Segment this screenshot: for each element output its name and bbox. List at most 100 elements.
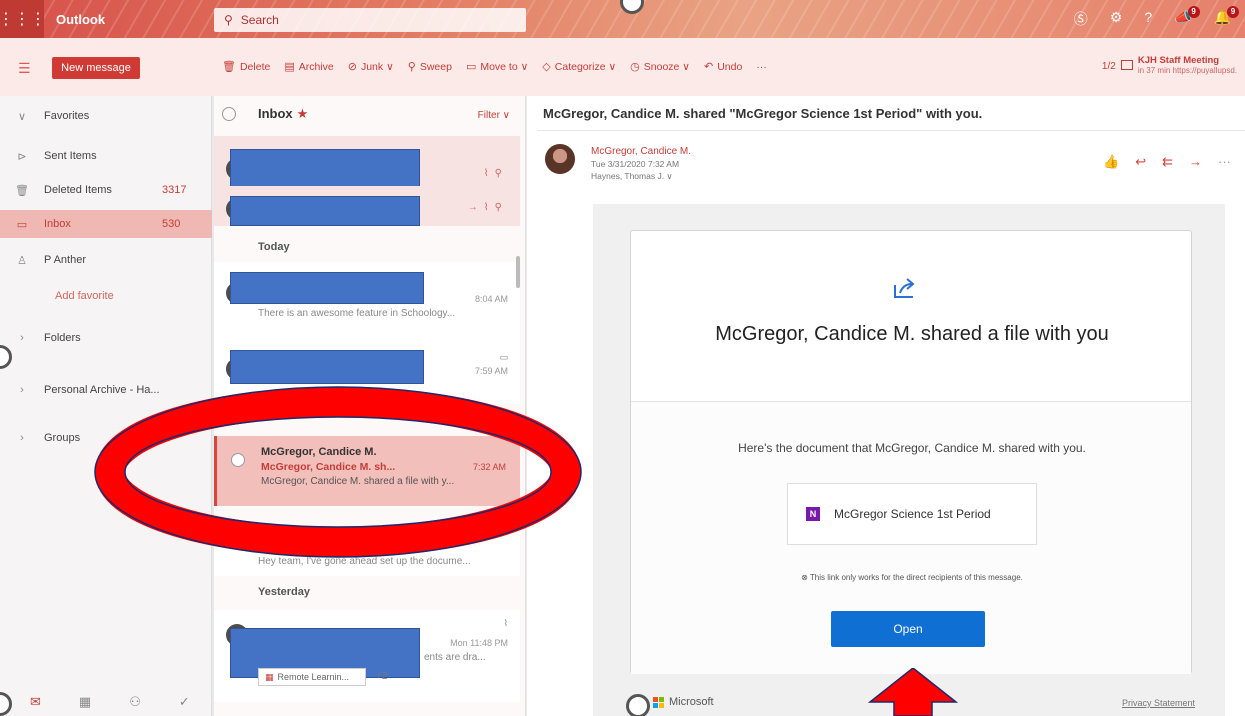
scrollbar-thumb[interactable] (516, 256, 520, 288)
sender-avatar[interactable] (545, 144, 575, 174)
nav-personal-archive[interactable]: › Personal Archive - Ha... (0, 376, 212, 404)
nav-label: Favorites (44, 110, 90, 122)
more-attachments[interactable]: +2 (376, 671, 387, 682)
command-bar: ☰ New message 🗑 Delete ▤ Archive ⊘ Junk ∨ ⚲… (0, 38, 1245, 96)
sent-date: Tue 3/31/2020 7:32 AM (591, 159, 680, 169)
add-favorite-link[interactable]: Add favorite (0, 282, 212, 310)
select-all-checkbox[interactable] (222, 107, 236, 121)
move-to-label: Move to ∨ (480, 60, 529, 73)
archive-label: Archive (298, 60, 334, 73)
nav-favorites[interactable]: ∨ Favorites (0, 102, 212, 130)
list-item[interactable]: ⌇⚲ (214, 136, 520, 187)
skype-icon[interactable]: Ⓢ (1074, 9, 1088, 29)
notification-badge: 9 (1227, 6, 1239, 18)
meeting-reminder[interactable]: 1/2 KJH Staff Meeting in 37 min https://… (1102, 55, 1237, 75)
reminder-title: KJH Staff Meeting (1137, 55, 1220, 66)
forward-icon[interactable]: → (1189, 154, 1202, 170)
attachment-pin-icons: ⌇⚲ (483, 168, 508, 179)
nav-label: Groups (44, 432, 81, 444)
app-header: ⋮⋮⋮ Outlook ⚲ Search Ⓢ ⚙ ? 📣 9 🔔 9 (0, 0, 1245, 38)
sweep-label: Sweep (419, 60, 452, 73)
attachment-chip[interactable]: ▦ Remote Learnin... (258, 668, 366, 686)
privacy-link[interactable]: Privacy Statement (1122, 698, 1195, 708)
more-icon: ··· (756, 60, 767, 73)
nav-groups[interactable]: › Groups (0, 424, 212, 452)
list-item[interactable]: ▭ 7:59 AM (214, 344, 520, 404)
link-icon: ⊗ (801, 573, 810, 582)
calendar-icon[interactable]: ▦ (79, 694, 91, 710)
inbox-icon: ▭ (16, 218, 28, 231)
list-header: Inbox ★ Filter ∨ (214, 96, 526, 134)
recipient[interactable]: Haynes, Thomas J. ∨ (591, 171, 673, 182)
people-icon[interactable]: ⚇ (129, 694, 141, 710)
list-item[interactable]: ⌇ Mon 11:48 PM ents are dra... ▦ Remote L… (214, 610, 520, 702)
teams-icon[interactable]: ⚙ (1110, 9, 1123, 29)
message-subject: McGregor, Candice M. sh... (261, 461, 396, 473)
nav-sent-items[interactable]: ⊳ Sent Items (0, 142, 212, 170)
attachment-name: Remote Learnin... (277, 672, 350, 682)
shared-file[interactable]: N McGregor Science 1st Period (787, 483, 1037, 545)
sweep-button[interactable]: ⚲ Sweep (408, 60, 452, 74)
more-icon[interactable]: ··· (1218, 154, 1231, 170)
share-icon (892, 275, 918, 308)
email-body: McGregor, Candice M. shared a file with … (593, 204, 1225, 716)
reply-all-icon[interactable]: ⇇ (1162, 154, 1173, 170)
help-icon[interactable]: ? (1144, 9, 1152, 29)
bell-icon[interactable]: 🔔 9 (1214, 6, 1239, 29)
app-name[interactable]: Outlook (56, 12, 105, 27)
nav-p-anther[interactable]: ♙ P Anther (0, 246, 212, 274)
message-time: Mon 11:48 PM (450, 638, 508, 648)
select-radio[interactable] (231, 453, 245, 467)
chevron-right-icon: › (20, 384, 24, 396)
nav-label: Deleted Items (44, 184, 112, 196)
folder-pane: ∨ Favorites ⊳ Sent Items 🗑 Deleted Items 331… (0, 96, 212, 716)
megaphone-icon[interactable]: 📣 9 (1174, 6, 1200, 29)
trash-icon: 🗑 (15, 184, 29, 197)
mail-icon[interactable]: ✉ (30, 694, 41, 710)
new-message-button[interactable]: New message (52, 57, 140, 79)
categorize-label: Categorize ∨ (554, 60, 617, 73)
message-time: 7:32 AM (472, 462, 506, 472)
delete-button[interactable]: 🗑 Delete (222, 60, 270, 74)
unread-count: 530 (162, 218, 181, 230)
undo-button[interactable]: ↶ Undo (703, 60, 742, 74)
tag-icon: ◇ (542, 61, 551, 73)
more-button[interactable]: ··· (756, 60, 767, 73)
junk-button[interactable]: ⊘ Junk ∨ (348, 60, 394, 74)
like-icon[interactable]: 👍 (1103, 154, 1119, 170)
reply-icon[interactable]: ↩ (1135, 154, 1146, 170)
message-time: 8:04 AM (474, 294, 508, 304)
redaction-box (230, 272, 424, 304)
filter-button[interactable]: Filter ∨ (478, 110, 510, 121)
junk-label: Junk ∨ (360, 60, 394, 73)
star-icon[interactable]: ★ (297, 106, 309, 121)
module-switcher: ✉ ▦ ⚇ ✓ (30, 694, 190, 710)
chevron-right-icon: › (20, 432, 24, 444)
snooze-button[interactable]: ◷ Snooze ∨ (630, 60, 690, 74)
archive-button[interactable]: ▤ Archive (284, 60, 334, 74)
list-item-selected[interactable]: McGregor, Candice M. McGregor, Candice M… (214, 436, 520, 506)
card-heading: McGregor, Candice M. shared a file with … (715, 323, 1109, 345)
sender-name[interactable]: McGregor, Candice M. (591, 146, 691, 157)
share-card: McGregor, Candice M. shared a file with … (630, 230, 1192, 674)
app-launcher-icon[interactable]: ⋮⋮⋮ (0, 0, 46, 38)
divider (537, 130, 1245, 131)
search-placeholder: Search (240, 13, 279, 27)
calendar-icon: ▭ (499, 352, 508, 362)
list-item[interactable]: Hey team, I've gone ahead set up the doc… (214, 526, 520, 576)
group-header-yesterday: Yesterday (258, 586, 310, 598)
categorize-button[interactable]: ◇ Categorize ∨ (542, 60, 617, 74)
todo-icon[interactable]: ✓ (179, 694, 190, 710)
nav-inbox[interactable]: ▭ Inbox 530 (0, 210, 212, 238)
search-input[interactable]: ⚲ Search (214, 8, 526, 32)
message-time: 7:59 AM (474, 366, 508, 376)
list-item[interactable]: →⌇⚲ (214, 186, 520, 226)
menu-icon[interactable]: ☰ (18, 60, 31, 77)
move-to-button[interactable]: ▭ Move to ∨ (466, 60, 529, 74)
nav-deleted-items[interactable]: 🗑 Deleted Items 3317 (0, 176, 212, 204)
reminder-count: 1/2 (1101, 61, 1116, 72)
open-button[interactable]: Open (831, 611, 985, 647)
nav-folders[interactable]: › Folders (0, 324, 212, 352)
undo-icon: ↶ (703, 61, 714, 73)
list-item[interactable]: 8:04 AM There is an awesome feature in S… (214, 262, 520, 344)
